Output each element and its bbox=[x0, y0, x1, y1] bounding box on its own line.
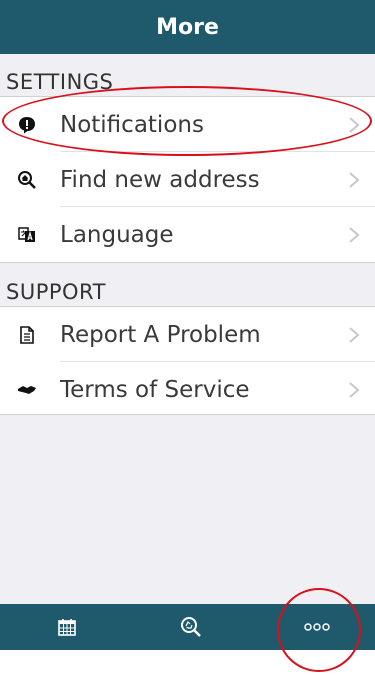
bottom-safe-area bbox=[0, 650, 375, 675]
list-item-report-a-problem[interactable]: Report A Problem bbox=[0, 307, 375, 362]
section-title: SETTINGS bbox=[6, 70, 114, 94]
bottom-tab-bar bbox=[0, 604, 375, 650]
tab-recycle-search[interactable] bbox=[161, 604, 221, 650]
list-item-notifications[interactable]: Notifications bbox=[0, 97, 375, 152]
document-icon bbox=[16, 324, 38, 346]
list-item-language[interactable]: Language bbox=[0, 207, 375, 262]
chevron-right-icon bbox=[349, 171, 360, 188]
list-item-label: Report A Problem bbox=[60, 321, 261, 348]
chevron-right-icon bbox=[349, 326, 360, 343]
more-dots-icon bbox=[304, 623, 330, 631]
top-nav-bar: More bbox=[0, 0, 375, 54]
list-item-label: Find new address bbox=[60, 166, 260, 193]
tab-more[interactable] bbox=[287, 604, 347, 650]
list-item-find-new-address[interactable]: Find new address bbox=[0, 152, 375, 207]
settings-list: Notifications Find new address Language bbox=[0, 96, 375, 263]
calendar-icon bbox=[58, 619, 76, 636]
chevron-right-icon bbox=[349, 116, 360, 133]
settings-content: SETTINGS Notifications Find new address … bbox=[0, 54, 375, 604]
list-item-label: Language bbox=[60, 221, 174, 248]
list-item-terms-of-service[interactable]: Terms of Service bbox=[0, 362, 375, 417]
chevron-right-icon bbox=[349, 381, 360, 398]
handshake-icon bbox=[16, 379, 38, 401]
list-item-label: Notifications bbox=[60, 111, 204, 138]
list-item-label: Terms of Service bbox=[60, 376, 250, 403]
translate-icon bbox=[16, 224, 38, 246]
chevron-right-icon bbox=[349, 226, 360, 243]
section-title: SUPPORT bbox=[6, 280, 106, 304]
section-header-support: SUPPORT bbox=[0, 264, 375, 306]
notification-bubble-icon bbox=[16, 114, 38, 136]
support-list: Report A Problem Terms of Service bbox=[0, 306, 375, 415]
page-title: More bbox=[156, 14, 219, 40]
section-header-settings: SETTINGS bbox=[0, 54, 375, 96]
home-search-icon bbox=[16, 169, 38, 191]
recycle-search-icon bbox=[181, 617, 201, 637]
tab-calendar[interactable] bbox=[37, 604, 97, 650]
